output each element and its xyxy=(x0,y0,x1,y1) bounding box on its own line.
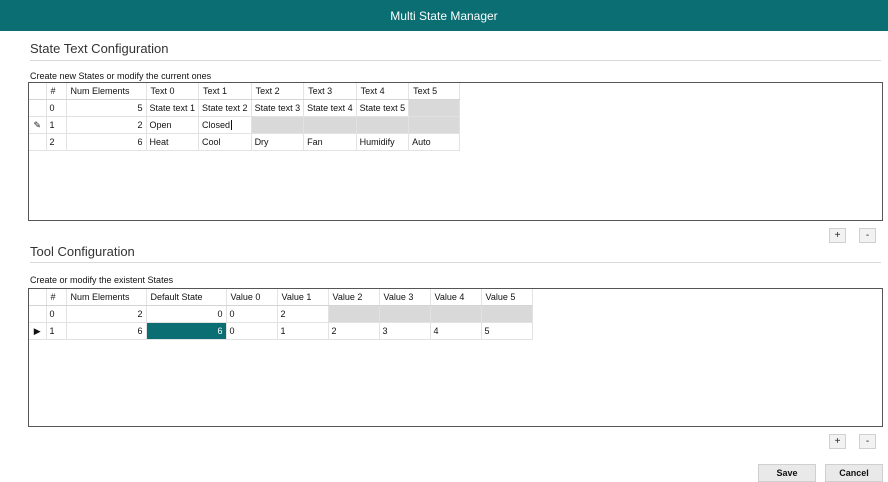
text-cell[interactable]: Cool xyxy=(198,133,252,151)
text-cell[interactable]: Auto xyxy=(408,133,461,151)
tool-table: # Num Elements Default State Value 0 Val… xyxy=(29,289,533,340)
text-cell[interactable]: State text 3 xyxy=(251,99,305,117)
state-text-header-row: # Num Elements Text 0 Text 1 Text 2 Text… xyxy=(29,83,461,100)
state-text-divider xyxy=(30,60,881,61)
add-tool-state-button[interactable]: + xyxy=(829,434,846,449)
text-cell[interactable] xyxy=(356,116,410,134)
value-cell[interactable]: 5 xyxy=(481,322,533,340)
num-elements-cell[interactable]: 2 xyxy=(66,116,147,134)
value-cell[interactable]: 4 xyxy=(430,322,482,340)
text-cell-editing[interactable]: Closed xyxy=(198,116,252,134)
num-elements-cell[interactable]: 6 xyxy=(66,322,147,340)
value-cell[interactable]: 3 xyxy=(379,322,431,340)
row-indicator[interactable] xyxy=(29,99,47,117)
state-text-grid[interactable]: # Num Elements Text 0 Text 1 Text 2 Text… xyxy=(28,82,883,221)
text-caret xyxy=(231,120,233,131)
text-cell[interactable]: State text 1 xyxy=(146,99,200,117)
column-header[interactable]: Value 3 xyxy=(379,289,431,306)
value-cell[interactable]: 0 xyxy=(226,322,278,340)
value-cell[interactable] xyxy=(379,305,431,323)
cancel-button[interactable]: Cancel xyxy=(825,464,883,482)
index-cell[interactable]: 0 xyxy=(46,305,67,323)
column-header[interactable]: # xyxy=(46,83,67,100)
column-header[interactable]: Value 2 xyxy=(328,289,380,306)
index-cell[interactable]: 1 xyxy=(46,322,67,340)
text-cell-value: Closed xyxy=(202,119,231,130)
column-header[interactable]: Value 5 xyxy=(481,289,533,306)
text-cell[interactable]: State text 2 xyxy=(198,99,252,117)
text-cell[interactable]: Open xyxy=(146,116,200,134)
column-header[interactable]: Text 4 xyxy=(356,83,410,100)
text-cell[interactable]: Fan xyxy=(303,133,357,151)
column-header[interactable]: Value 1 xyxy=(277,289,329,306)
state-text-section-title: State Text Configuration xyxy=(30,41,169,56)
value-cell[interactable] xyxy=(328,305,380,323)
remove-state-button[interactable]: - xyxy=(859,228,876,243)
num-elements-cell[interactable]: 6 xyxy=(66,133,147,151)
tool-header-row: # Num Elements Default State Value 0 Val… xyxy=(29,289,533,306)
column-header[interactable]: Default State xyxy=(146,289,227,306)
column-header[interactable]: Value 0 xyxy=(226,289,278,306)
column-header[interactable]: Text 3 xyxy=(303,83,357,100)
value-cell[interactable]: 1 xyxy=(277,322,329,340)
text-cell[interactable] xyxy=(303,116,357,134)
column-header[interactable]: Value 4 xyxy=(430,289,482,306)
row-header-corner xyxy=(29,289,47,306)
column-header[interactable]: Text 2 xyxy=(251,83,305,100)
row-indicator[interactable] xyxy=(29,133,47,151)
title-bar: Multi State Manager xyxy=(0,0,888,31)
table-row[interactable]: ✎ 1 2 Open Closed xyxy=(29,116,461,134)
default-state-cell[interactable]: 0 xyxy=(146,305,227,323)
column-header[interactable]: Num Elements xyxy=(66,289,147,306)
row-header-corner xyxy=(29,83,47,100)
state-text-caption: Create new States or modify the current … xyxy=(30,71,212,81)
remove-tool-state-button[interactable]: - xyxy=(859,434,876,449)
index-cell[interactable]: 1 xyxy=(46,116,67,134)
num-elements-cell[interactable]: 5 xyxy=(66,99,147,117)
default-state-cell-selected[interactable]: 6 xyxy=(146,322,227,340)
index-cell[interactable]: 2 xyxy=(46,133,67,151)
text-cell[interactable]: State text 4 xyxy=(303,99,357,117)
table-row[interactable]: 0 2 0 0 2 xyxy=(29,305,533,323)
text-cell[interactable]: Dry xyxy=(251,133,305,151)
column-header[interactable]: # xyxy=(46,289,67,306)
value-cell[interactable] xyxy=(430,305,482,323)
column-header[interactable]: Text 1 xyxy=(198,83,252,100)
table-row[interactable]: ▶ 1 6 6 0 1 2 3 4 5 xyxy=(29,322,533,340)
column-header[interactable]: Num Elements xyxy=(66,83,147,100)
save-button[interactable]: Save xyxy=(758,464,816,482)
text-cell[interactable] xyxy=(251,116,305,134)
index-cell[interactable]: 0 xyxy=(46,99,67,117)
row-editing-indicator[interactable]: ✎ xyxy=(29,116,47,134)
window-title: Multi State Manager xyxy=(390,8,498,23)
tool-grid[interactable]: # Num Elements Default State Value 0 Val… xyxy=(28,288,883,427)
value-cell[interactable]: 0 xyxy=(226,305,278,323)
tool-section-title: Tool Configuration xyxy=(30,244,135,259)
state-text-table: # Num Elements Text 0 Text 1 Text 2 Text… xyxy=(29,83,461,151)
value-cell[interactable]: 2 xyxy=(328,322,380,340)
column-header[interactable]: Text 5 xyxy=(408,83,461,100)
text-cell[interactable]: State text 5 xyxy=(356,99,410,117)
text-cell[interactable]: Heat xyxy=(146,133,200,151)
tool-divider xyxy=(30,262,881,263)
text-cell[interactable]: Humidify xyxy=(356,133,410,151)
tool-caption: Create or modify the existent States xyxy=(30,275,174,285)
table-row[interactable]: 2 6 Heat Cool Dry Fan Humidify Auto xyxy=(29,133,461,151)
row-indicator[interactable] xyxy=(29,305,47,323)
current-row-indicator[interactable]: ▶ xyxy=(29,322,47,340)
value-cell[interactable]: 2 xyxy=(277,305,329,323)
text-cell[interactable] xyxy=(408,99,461,117)
text-cell[interactable] xyxy=(408,116,461,134)
num-elements-cell[interactable]: 2 xyxy=(66,305,147,323)
value-cell[interactable] xyxy=(481,305,533,323)
table-row[interactable]: 0 5 State text 1 State text 2 State text… xyxy=(29,99,461,117)
column-header[interactable]: Text 0 xyxy=(146,83,200,100)
add-state-button[interactable]: + xyxy=(829,228,846,243)
